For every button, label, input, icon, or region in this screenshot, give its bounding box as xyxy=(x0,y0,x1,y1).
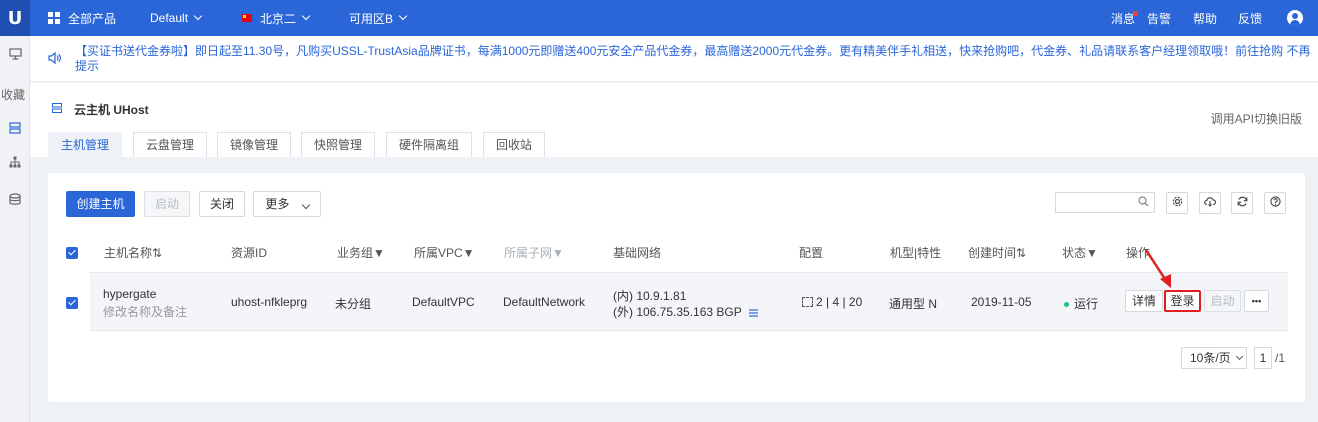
running-status-dot xyxy=(1064,302,1069,308)
vpc-name[interactable]: DefaultVPC xyxy=(412,295,475,309)
all-products-label: 全部产品 xyxy=(68,11,117,26)
left-sidebar: 收藏 xyxy=(0,36,30,422)
row-start-button[interactable]: 启动 xyxy=(1204,290,1241,312)
chevron-down-icon xyxy=(398,11,408,21)
column-header-status[interactable]: 状态▼ xyxy=(1062,244,1098,261)
column-header-vpc[interactable]: 所属VPC▼ xyxy=(414,244,475,261)
row-more-button[interactable]: ••• xyxy=(1244,290,1269,312)
database-icon[interactable] xyxy=(0,187,30,211)
subnet-name[interactable]: DefaultNetwork xyxy=(503,295,585,309)
settings-button[interactable] xyxy=(1166,192,1188,214)
create-host-button[interactable]: 创建主机 xyxy=(66,191,135,217)
column-header-network: 基础网络 xyxy=(613,246,662,260)
internal-ip: (内) 10.9.1.81 xyxy=(613,289,687,303)
favorites-label[interactable]: 收藏 xyxy=(0,86,30,103)
api-switch-link[interactable]: 调用API切换旧版 xyxy=(1211,110,1302,127)
total-pages: /1 xyxy=(1275,351,1286,365)
user-avatar-icon xyxy=(1287,10,1303,26)
page-size-select[interactable]: 10条/页 xyxy=(1181,347,1247,369)
start-button[interactable]: 启动 xyxy=(144,191,190,217)
tab-disk-management[interactable]: 云盘管理 xyxy=(133,132,208,157)
tab-isolation-group[interactable]: 硬件隔离组 xyxy=(386,132,473,157)
list-icon[interactable] xyxy=(748,306,758,320)
project-dropdown[interactable]: Default xyxy=(150,0,203,36)
search-input[interactable] xyxy=(1055,192,1155,213)
select-all-checkbox[interactable] xyxy=(66,247,78,259)
row-checkbox[interactable] xyxy=(66,297,78,309)
user-menu-button[interactable] xyxy=(1287,0,1303,36)
grid-icon xyxy=(48,12,60,24)
top-navigation-bar: U 全部产品 Default 北京二 可用区B 消息 告警 帮助 反馈 xyxy=(0,0,1318,36)
cpu-icon xyxy=(802,297,813,307)
chevron-down-icon xyxy=(301,200,310,210)
chevron-down-icon xyxy=(193,11,203,21)
stop-button[interactable]: 关闭 xyxy=(199,191,245,217)
feedback-link[interactable]: 反馈 xyxy=(1238,0,1262,36)
search-icon xyxy=(1138,196,1149,210)
notice-text: 【买证书送代金券啦】即日起至11.30号，凡购买USSL-TrustAsia品牌… xyxy=(75,44,1284,58)
china-flag-icon xyxy=(242,14,252,22)
page-size-label: 10条/页 xyxy=(1190,351,1231,365)
external-ip-cell: (外) 106.75.35.163 BGP xyxy=(613,303,758,320)
config-value: 2 | 4 | 20 xyxy=(816,295,863,309)
question-icon xyxy=(1269,196,1281,210)
chevron-down-icon xyxy=(1235,353,1244,361)
network-topology-icon[interactable] xyxy=(0,150,30,174)
ucloud-logo[interactable]: U xyxy=(0,0,30,36)
messages-label: 消息 xyxy=(1111,11,1136,26)
unread-dot xyxy=(1133,11,1139,16)
current-page-input[interactable]: 1 xyxy=(1254,347,1272,369)
more-label: 更多 xyxy=(265,197,290,211)
column-header-created[interactable]: 创建时间⇅ xyxy=(968,244,1026,261)
tab-image-management[interactable]: 镜像管理 xyxy=(217,132,292,157)
column-header-type: 机型|特性 xyxy=(890,246,942,260)
region-label: 北京二 xyxy=(260,11,297,26)
resource-id: uhost-nfkleprg xyxy=(231,295,308,309)
business-group: 未分组 xyxy=(335,297,372,311)
edit-name-link[interactable]: 修改名称及备注 xyxy=(103,303,187,320)
project-label: Default xyxy=(150,11,189,25)
download-button[interactable] xyxy=(1199,192,1221,214)
chevron-down-icon xyxy=(301,11,311,21)
zone-dropdown[interactable]: 可用区B xyxy=(349,0,408,36)
created-date: 2019-11-05 xyxy=(971,295,1032,309)
messages-link[interactable]: 消息 xyxy=(1111,0,1139,36)
tab-host-management[interactable]: 主机管理 xyxy=(48,132,123,157)
cloud-download-icon xyxy=(1204,196,1217,210)
refresh-button[interactable] xyxy=(1231,192,1253,214)
status-cell: 运行 xyxy=(1064,295,1098,312)
detail-button[interactable]: 详情 xyxy=(1125,290,1163,312)
external-ip: (外) 106.75.35.163 BGP xyxy=(613,305,742,319)
promo-notice-bar: 【买证书送代金券啦】即日起至11.30号，凡购买USSL-TrustAsia品牌… xyxy=(30,36,1318,82)
speaker-icon xyxy=(48,51,62,67)
uhost-server-icon xyxy=(52,102,62,116)
page-header: 云主机 UHost 调用API切换旧版 主机管理 云盘管理 镜像管理 快照管理 … xyxy=(30,83,1318,157)
help-link[interactable]: 帮助 xyxy=(1193,0,1217,36)
tab-snapshot-management[interactable]: 快照管理 xyxy=(301,132,376,157)
notice-message[interactable]: 【买证书送代金券啦】即日起至11.30号，凡购买USSL-TrustAsia品牌… xyxy=(75,44,1315,74)
zone-label: 可用区B xyxy=(349,11,394,26)
alerts-link[interactable]: 告警 xyxy=(1147,0,1171,36)
column-header-group[interactable]: 业务组▼ xyxy=(337,244,385,261)
region-dropdown[interactable]: 北京二 xyxy=(242,0,311,36)
help-button[interactable] xyxy=(1264,192,1286,214)
uhost-server-icon[interactable] xyxy=(0,116,30,140)
red-annotation-arrow xyxy=(1144,249,1171,288)
login-button[interactable]: 登录 xyxy=(1164,290,1201,312)
page-title: 云主机 UHost xyxy=(74,103,149,117)
all-products-button[interactable]: 全部产品 xyxy=(48,0,116,36)
status-label: 运行 xyxy=(1074,297,1099,311)
config-cell: 2 | 4 | 20 xyxy=(802,295,862,309)
more-dropdown[interactable]: 更多 xyxy=(253,191,321,217)
machine-type: 通用型 N xyxy=(889,297,938,311)
tab-recycle-bin[interactable]: 回收站 xyxy=(483,132,546,157)
host-name[interactable]: hypergate xyxy=(103,287,156,301)
column-header-subnet[interactable]: 所属子网▼ xyxy=(504,244,564,261)
column-header-config: 配置 xyxy=(799,246,824,260)
refresh-icon xyxy=(1237,196,1248,210)
console-icon[interactable] xyxy=(0,42,30,66)
column-header-name[interactable]: 主机名称⇅ xyxy=(104,244,162,261)
gear-icon xyxy=(1172,196,1183,210)
column-header-resource-id: 资源ID xyxy=(231,246,268,260)
